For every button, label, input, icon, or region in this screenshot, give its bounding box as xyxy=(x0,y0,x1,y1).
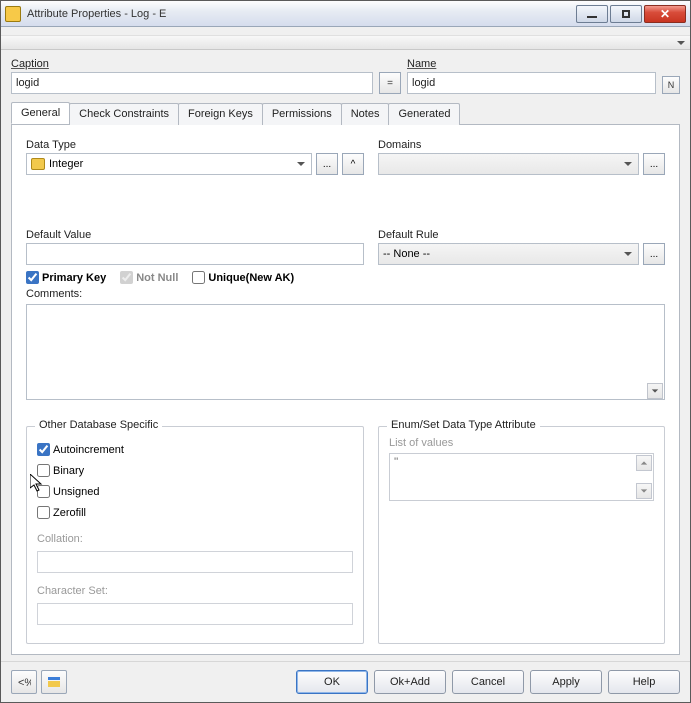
datatype-icon xyxy=(31,158,45,170)
ok-add-button[interactable]: Ok+Add xyxy=(374,670,446,694)
default-rule-value: -- None -- xyxy=(383,248,430,260)
default-rule-ellipsis-button[interactable]: ... xyxy=(643,243,665,265)
enum-scroll-up[interactable] xyxy=(636,455,652,471)
unique-checkbox[interactable]: Unique(New AK) xyxy=(192,271,294,284)
enum-placeholder: '' xyxy=(394,456,398,468)
tab-permissions[interactable]: Permissions xyxy=(262,103,342,125)
dialog-footer: <%> OK Ok+Add Cancel Apply Help xyxy=(1,661,690,702)
help-button[interactable]: Help xyxy=(608,670,680,694)
collation-label: Collation: xyxy=(37,533,353,545)
enum-list-label: List of values xyxy=(389,437,453,449)
tab-notes[interactable]: Notes xyxy=(341,103,390,125)
equals-button[interactable]: = xyxy=(379,72,401,94)
primary-key-checkbox[interactable]: Primary Key xyxy=(26,271,106,284)
ok-button[interactable]: OK xyxy=(296,670,368,694)
window-title: Attribute Properties - Log - E xyxy=(27,8,576,20)
unsigned-checkbox[interactable]: Unsigned xyxy=(37,483,353,500)
other-db-group: Other Database Specific Autoincrement Bi… xyxy=(26,426,364,644)
caption-input[interactable] xyxy=(11,72,373,94)
collation-input xyxy=(37,551,353,573)
maximize-button[interactable] xyxy=(610,5,642,23)
enum-listbox: '' xyxy=(389,453,654,501)
zerofill-checkbox[interactable]: Zerofill xyxy=(37,504,353,521)
default-value-input[interactable] xyxy=(26,243,364,265)
apply-button[interactable]: Apply xyxy=(530,670,602,694)
domains-ellipsis-button[interactable]: ... xyxy=(643,153,665,175)
entity-icon-button[interactable] xyxy=(41,670,67,694)
domains-label: Domains xyxy=(378,139,665,151)
close-button[interactable]: ✕ xyxy=(644,5,686,23)
comments-textarea[interactable] xyxy=(26,304,665,400)
tab-foreign-keys[interactable]: Foreign Keys xyxy=(178,103,263,125)
name-label: Name xyxy=(407,58,680,70)
tab-body-general: Data Type Integer ... ^ Domains xyxy=(11,125,680,655)
title-bar: Attribute Properties - Log - E ✕ xyxy=(1,1,690,27)
app-icon xyxy=(5,6,21,22)
code-icon-button[interactable]: <%> xyxy=(11,670,37,694)
default-rule-label: Default Rule xyxy=(378,229,665,241)
tab-check-constraints[interactable]: Check Constraints xyxy=(69,103,179,125)
comments-scroll-down[interactable] xyxy=(647,383,663,399)
name-input[interactable] xyxy=(407,72,656,94)
binary-checkbox[interactable]: Binary xyxy=(37,462,353,479)
dialog-window: Attribute Properties - Log - E ✕ Caption… xyxy=(0,0,691,703)
datatype-ellipsis-button[interactable]: ... xyxy=(316,153,338,175)
cancel-button[interactable]: Cancel xyxy=(452,670,524,694)
datatype-combo[interactable]: Integer xyxy=(26,153,312,175)
charset-label: Character Set: xyxy=(37,585,353,597)
autoincrement-checkbox[interactable]: Autoincrement xyxy=(37,441,353,458)
enum-legend: Enum/Set Data Type Attribute xyxy=(387,419,540,431)
menu-stub xyxy=(1,27,690,36)
name-aux-button[interactable]: N xyxy=(662,76,680,94)
domains-combo[interactable] xyxy=(378,153,639,175)
tab-generated[interactable]: Generated xyxy=(388,103,460,125)
enum-scroll-down[interactable] xyxy=(636,483,652,499)
default-rule-combo[interactable]: -- None -- xyxy=(378,243,639,265)
tab-general[interactable]: General xyxy=(11,102,70,124)
datatype-label: Data Type xyxy=(26,139,364,151)
other-db-legend: Other Database Specific xyxy=(35,419,162,431)
toolbar-dropdown[interactable] xyxy=(1,36,690,50)
caption-label: Caption xyxy=(11,58,373,70)
svg-text:<%>: <%> xyxy=(18,677,31,688)
comments-label: Comments: xyxy=(26,288,665,300)
not-null-checkbox: Not Null xyxy=(120,271,178,284)
charset-input xyxy=(37,603,353,625)
datatype-caret-up-button[interactable]: ^ xyxy=(342,153,364,175)
tab-strip: General Check Constraints Foreign Keys P… xyxy=(11,102,680,125)
minimize-button[interactable] xyxy=(576,5,608,23)
datatype-value: Integer xyxy=(49,158,83,170)
default-value-label: Default Value xyxy=(26,229,364,241)
enum-group: Enum/Set Data Type Attribute List of val… xyxy=(378,426,665,644)
